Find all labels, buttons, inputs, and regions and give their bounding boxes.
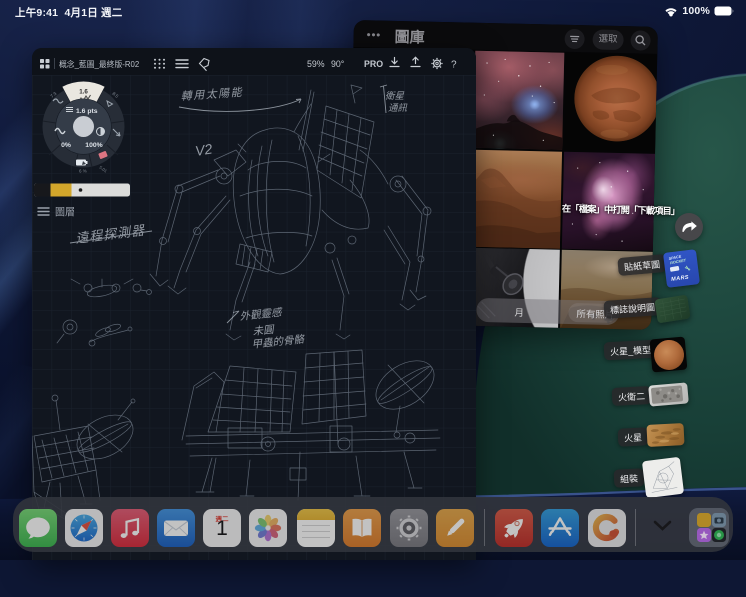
svg-text:MARS: MARS xyxy=(671,275,689,283)
svg-text:1.6 pts: 1.6 pts xyxy=(76,108,98,115)
svg-text:衛星: 衛星 xyxy=(385,91,405,102)
svg-text:V2: V2 xyxy=(194,140,214,159)
svg-text:圖層: 圖層 xyxy=(55,207,75,219)
svg-text:?: ? xyxy=(451,60,457,71)
svg-text:通訊: 通訊 xyxy=(388,102,408,114)
svg-text:1.6: 1.6 xyxy=(79,89,88,96)
svg-text:90°: 90° xyxy=(331,59,344,69)
svg-text:59%: 59% xyxy=(307,59,325,69)
svg-text:0%: 0% xyxy=(61,142,71,149)
svg-text:未圓: 未圓 xyxy=(252,324,276,338)
svg-text:PRO: PRO xyxy=(364,59,383,69)
svg-text:100%: 100% xyxy=(85,142,102,149)
svg-text:概念_藍圖_最終版-R02: 概念_藍圖_最終版-R02 xyxy=(59,59,139,69)
svg-text:6 %: 6 % xyxy=(79,169,87,174)
